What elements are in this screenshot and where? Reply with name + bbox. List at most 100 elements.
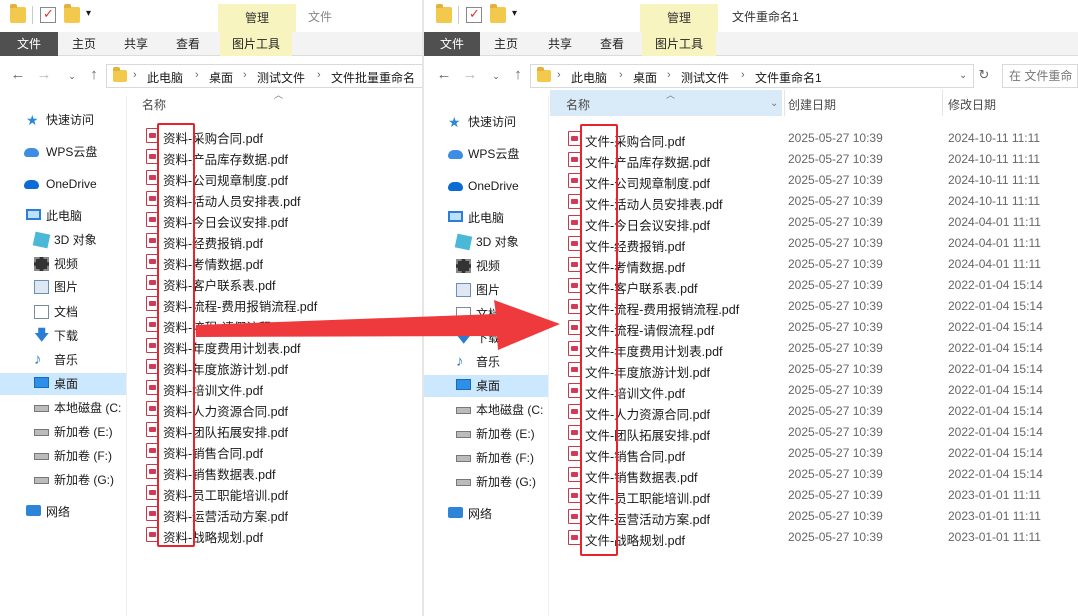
back-icon[interactable]: ← (8, 66, 28, 83)
breadcrumb-separator: › (243, 69, 247, 81)
breadcrumb-this-pc[interactable]: 此电脑 (147, 69, 183, 86)
nav-volume-e[interactable]: 新加卷 (E:) (424, 423, 548, 445)
column-header-created[interactable]: 创建日期 (788, 90, 938, 116)
file-row[interactable]: 文件-经费报销.pdf 2025-05-27 10:39 2024-04-01 11… (550, 233, 1078, 254)
tab-view[interactable]: 查看 (166, 32, 210, 56)
address-dropdown-icon[interactable]: ⌄ (959, 70, 967, 81)
nav-network[interactable]: 网络 (424, 503, 548, 525)
nav-network[interactable]: 网络 (0, 501, 126, 523)
file-row[interactable]: 文件-客户联系表.pdf 2025-05-27 10:39 2022-01-04 1… (550, 275, 1078, 296)
up-icon[interactable]: ↑ (84, 66, 104, 83)
nav-onedrive[interactable]: OneDrive (424, 175, 548, 197)
tab-file[interactable]: 文件 (424, 32, 480, 56)
address-row: ← → ⌄ ↑ › 此电脑 › 桌面 › 测试文件 › 文件重命名1 ⌄ ↻ 在… (424, 62, 1078, 90)
nav-downloads[interactable]: 🡇 下载 (0, 325, 126, 347)
nav-music[interactable]: ♪ 音乐 (424, 351, 548, 373)
file-row[interactable]: 文件-年度费用计划表.pdf 2025-05-27 10:39 2022-01-04… (550, 338, 1078, 359)
tab-share[interactable]: 共享 (114, 32, 158, 56)
nav-onedrive[interactable]: OneDrive (0, 173, 126, 195)
forward-icon[interactable]: → (34, 66, 54, 83)
nav-documents[interactable]: 文档 (424, 303, 548, 325)
nav-wps-cloud[interactable]: WPS云盘 (424, 143, 548, 165)
separator (32, 6, 33, 24)
properties-icon[interactable] (466, 6, 482, 23)
separator (458, 6, 459, 24)
nav-documents[interactable]: 文档 (0, 301, 126, 323)
manage-context-tab[interactable]: 管理 (640, 4, 718, 32)
nav-quick-access[interactable]: ★ 快速访问 (0, 109, 126, 131)
nav-desktop[interactable]: 桌面 (0, 373, 126, 395)
forward-icon[interactable]: → (460, 66, 480, 83)
file-row[interactable]: 文件-流程-请假流程.pdf 2025-05-27 10:39 2022-01-04… (550, 317, 1078, 338)
nav-downloads[interactable]: 🡇 下载 (424, 327, 548, 349)
file-row[interactable]: 文件-战略规划.pdf 2025-05-27 10:39 2023-01-01 11… (550, 527, 1078, 548)
file-row[interactable]: 文件-公司规章制度.pdf 2025-05-27 10:39 2024-10-11 … (550, 170, 1078, 191)
breadcrumb-test-folder[interactable]: 测试文件 (681, 69, 729, 86)
nav-local-disk-c[interactable]: 本地磁盘 (C: (0, 397, 126, 419)
file-row[interactable]: 文件-培训文件.pdf 2025-05-27 10:39 2022-01-04 15… (550, 380, 1078, 401)
tab-picture-tools[interactable]: 图片工具 (220, 32, 292, 56)
nav-volume-e[interactable]: 新加卷 (E:) (0, 421, 126, 443)
manage-context-tab[interactable]: 管理 (218, 4, 296, 32)
nav-volume-f[interactable]: 新加卷 (F:) (0, 445, 126, 467)
breadcrumb-current[interactable]: 文件批量重命名 (331, 69, 415, 86)
nav-3d-objects[interactable]: 3D 对象 (0, 229, 126, 251)
column-header-name[interactable]: 名称 (142, 90, 342, 116)
search-input[interactable]: 在 文件重命 (1002, 64, 1078, 88)
nav-volume-f[interactable]: 新加卷 (F:) (424, 447, 548, 469)
tab-picture-tools[interactable]: 图片工具 (642, 32, 716, 56)
tab-view[interactable]: 查看 (590, 32, 634, 56)
column-header-modified[interactable]: 修改日期 (948, 90, 1078, 116)
nav-3d-objects[interactable]: 3D 对象 (424, 231, 548, 253)
refresh-icon[interactable]: ↻ (974, 67, 994, 83)
recent-dropdown-icon[interactable]: ⌄ (62, 71, 82, 82)
tab-home[interactable]: 主页 (62, 32, 106, 56)
file-row[interactable]: 文件-员工职能培训.pdf 2025-05-27 10:39 2023-01-01 … (550, 485, 1078, 506)
address-bar[interactable]: › 此电脑 › 桌面 › 测试文件 › 文件批量重命名 (106, 64, 422, 88)
nav-videos[interactable]: 视频 (424, 255, 548, 277)
file-row[interactable]: 文件-产品库存数据.pdf 2025-05-27 10:39 2024-10-11 … (550, 149, 1078, 170)
new-folder-icon[interactable] (490, 4, 506, 23)
tab-file[interactable]: 文件 (0, 32, 58, 56)
nav-volume-g[interactable]: 新加卷 (G:) (0, 469, 126, 491)
breadcrumb-desktop[interactable]: 桌面 (209, 69, 233, 86)
breadcrumb-current[interactable]: 文件重命名1 (755, 69, 822, 86)
nav-pictures[interactable]: 图片 (424, 279, 548, 301)
new-folder-icon[interactable] (64, 4, 80, 23)
nav-volume-g[interactable]: 新加卷 (G:) (424, 471, 548, 493)
customize-dropdown-icon[interactable]: ▾ (86, 8, 102, 24)
file-row[interactable]: 文件-今日会议安排.pdf 2025-05-27 10:39 2024-04-01 … (550, 212, 1078, 233)
nav-this-pc[interactable]: 此电脑 (0, 205, 126, 227)
address-bar[interactable]: › 此电脑 › 桌面 › 测试文件 › 文件重命名1 ⌄ (530, 64, 974, 88)
file-modified-date: 2023-01-01 11:11 (948, 530, 1041, 544)
file-row[interactable]: 文件-考情数据.pdf 2025-05-27 10:39 2024-04-01 11… (550, 254, 1078, 275)
file-row[interactable]: 文件-活动人员安排表.pdf 2025-05-27 10:39 2024-10-11… (550, 191, 1078, 212)
customize-dropdown-icon[interactable]: ▾ (512, 8, 528, 24)
file-row[interactable]: 文件-人力资源合同.pdf 2025-05-27 10:39 2022-01-04 … (550, 401, 1078, 422)
breadcrumb-desktop[interactable]: 桌面 (633, 69, 657, 86)
tab-home[interactable]: 主页 (484, 32, 528, 56)
file-row[interactable]: 文件-年度旅游计划.pdf 2025-05-27 10:39 2022-01-04 … (550, 359, 1078, 380)
nav-local-disk-c[interactable]: 本地磁盘 (C: (424, 399, 548, 421)
file-row[interactable]: 文件-流程-费用报销流程.pdf 2025-05-27 10:39 2022-01-… (550, 296, 1078, 317)
back-icon[interactable]: ← (434, 66, 454, 83)
file-row[interactable]: 文件-销售数据表.pdf 2025-05-27 10:39 2022-01-04 1… (550, 464, 1078, 485)
file-row[interactable]: 文件-团队拓展安排.pdf 2025-05-27 10:39 2022-01-04 … (550, 422, 1078, 443)
file-row[interactable]: 文件-运营活动方案.pdf 2025-05-27 10:39 2023-01-01 … (550, 506, 1078, 527)
column-dropdown-icon[interactable]: ⌄ (770, 98, 778, 109)
nav-videos[interactable]: 视频 (0, 253, 126, 275)
properties-icon[interactable] (40, 6, 56, 23)
breadcrumb-this-pc[interactable]: 此电脑 (571, 69, 607, 86)
nav-wps-cloud[interactable]: WPS云盘 (0, 141, 126, 163)
nav-quick-access[interactable]: ★ 快速访问 (424, 111, 548, 133)
nav-pictures[interactable]: 图片 (0, 276, 126, 298)
recent-dropdown-icon[interactable]: ⌄ (486, 71, 506, 82)
up-icon[interactable]: ↑ (508, 66, 528, 83)
nav-music[interactable]: ♪ 音乐 (0, 349, 126, 371)
breadcrumb-test-folder[interactable]: 测试文件 (257, 69, 305, 86)
nav-this-pc[interactable]: 此电脑 (424, 207, 548, 229)
nav-desktop[interactable]: 桌面 (424, 375, 548, 397)
file-row[interactable]: 文件-采购合同.pdf 2025-05-27 10:39 2024-10-11 11… (550, 128, 1078, 149)
file-row[interactable]: 文件-销售合同.pdf 2025-05-27 10:39 2022-01-04 15… (550, 443, 1078, 464)
tab-share[interactable]: 共享 (538, 32, 582, 56)
